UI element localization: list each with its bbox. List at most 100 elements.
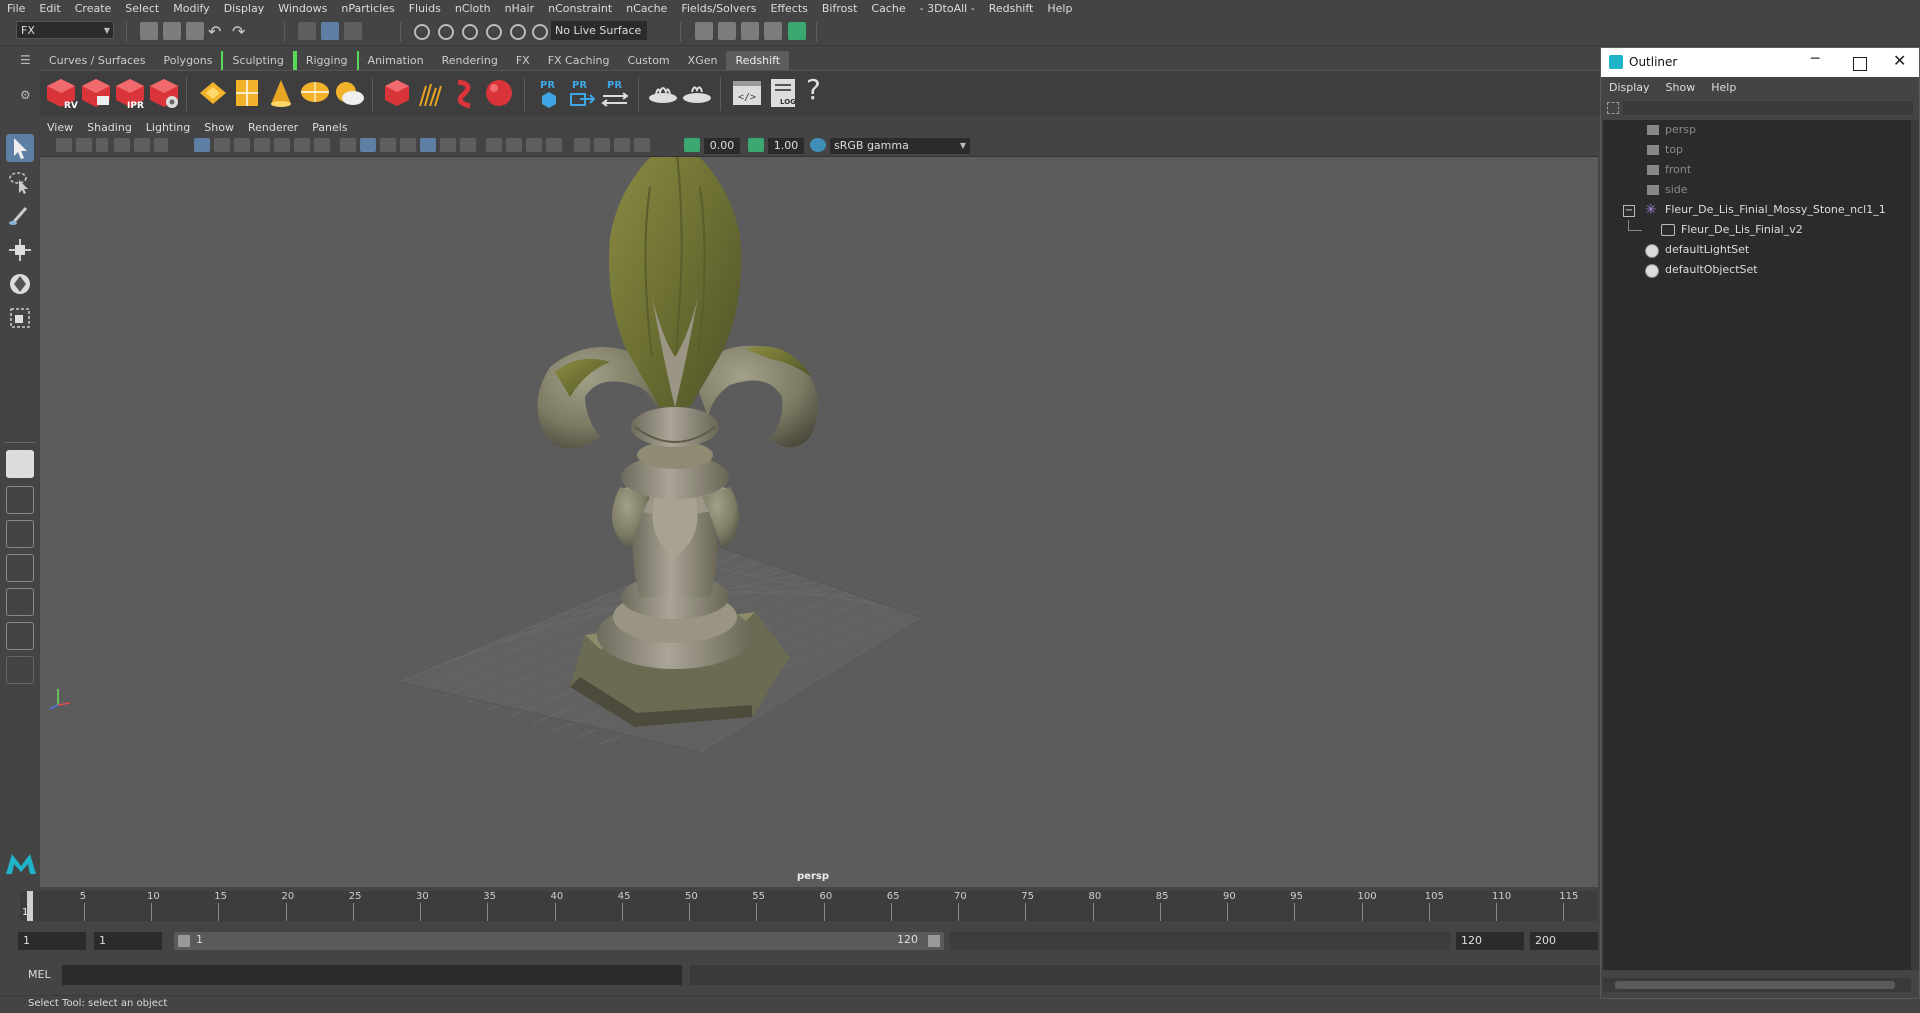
redshift-ies-light-icon[interactable] bbox=[264, 76, 298, 110]
outliner-item-side[interactable]: side bbox=[1603, 180, 1911, 200]
scrollbar-thumb[interactable] bbox=[1615, 981, 1895, 989]
redshift-sphere-icon[interactable] bbox=[482, 76, 516, 110]
outliner-item-defaultlightset[interactable]: defaultLightSet bbox=[1603, 240, 1911, 260]
menu-help[interactable]: Help bbox=[1040, 0, 1079, 17]
render-frame-icon[interactable] bbox=[695, 22, 713, 40]
redshift-sun-sky-icon[interactable] bbox=[332, 76, 366, 110]
xray-joints-icon[interactable] bbox=[614, 138, 630, 152]
select-tool-icon[interactable] bbox=[6, 134, 34, 162]
redshift-fog-icon[interactable] bbox=[680, 76, 714, 110]
tab-rendering[interactable]: Rendering bbox=[433, 51, 507, 70]
hypershade-icon[interactable] bbox=[764, 22, 782, 40]
camera-attributes-icon[interactable] bbox=[76, 138, 92, 152]
snap-curve-icon[interactable] bbox=[438, 24, 454, 40]
time-slider[interactable]: 1 5 10 15 20 25 30 35 40 45 50 55 60 65 70 75 80 85 90 95 1… bbox=[20, 891, 1598, 921]
select-object-icon[interactable] bbox=[321, 22, 339, 40]
menu-windows[interactable]: Windows bbox=[271, 0, 334, 17]
motion-blur-icon[interactable] bbox=[506, 138, 522, 152]
bookmark-icon[interactable] bbox=[96, 138, 108, 152]
outliner-item-group[interactable]: − ✳ Fleur_De_Lis_Finial_Mossy_Stone_ncl1… bbox=[1603, 200, 1911, 220]
pr-convert-icon[interactable]: PR bbox=[598, 76, 632, 110]
tab-rigging[interactable]: Rigging bbox=[294, 51, 359, 70]
outliner-item-mesh[interactable]: Fleur_De_Lis_Finial_v2 bbox=[1603, 220, 1911, 240]
gear-icon[interactable]: ⚙ bbox=[20, 88, 34, 102]
panel-menu-renderer[interactable]: Renderer bbox=[241, 121, 305, 134]
persp-outliner-layout-icon[interactable] bbox=[6, 520, 34, 548]
depth-of-field-icon[interactable] bbox=[546, 138, 562, 152]
xray-components-icon[interactable] bbox=[634, 138, 650, 152]
menu-effects[interactable]: Effects bbox=[763, 0, 814, 17]
redshift-options-icon[interactable] bbox=[147, 76, 181, 110]
select-hierarchy-icon[interactable] bbox=[298, 22, 316, 40]
exposure-toggle-icon[interactable] bbox=[684, 138, 700, 152]
outliner-menu-help[interactable]: Help bbox=[1703, 81, 1744, 94]
tab-xgen[interactable]: XGen bbox=[679, 51, 727, 70]
persp-graph-layout-icon[interactable] bbox=[6, 554, 34, 582]
tab-sculpting[interactable]: Sculpting bbox=[221, 51, 295, 70]
redshift-curve-icon[interactable] bbox=[448, 76, 482, 110]
pr-shader-icon[interactable]: PR bbox=[532, 76, 566, 110]
shelf-menu-icon[interactable]: ☰ bbox=[20, 53, 34, 67]
snap-live-icon[interactable] bbox=[510, 24, 526, 40]
outliner-item-front[interactable]: front bbox=[1603, 160, 1911, 180]
menu-3dtoall[interactable]: - 3DtoAll - bbox=[913, 0, 982, 17]
film-gate-icon[interactable] bbox=[214, 138, 230, 152]
redshift-portal-light-icon[interactable] bbox=[230, 76, 264, 110]
menu-set-dropdown[interactable]: FX ▼ bbox=[16, 21, 114, 39]
help-icon[interactable]: ? bbox=[806, 73, 821, 106]
use-all-lights-icon[interactable] bbox=[440, 138, 456, 152]
panel-menu-show[interactable]: Show bbox=[197, 121, 241, 134]
menu-cache[interactable]: Cache bbox=[864, 0, 912, 17]
menu-bifrost[interactable]: Bifrost bbox=[815, 0, 865, 17]
view-transform-dropdown[interactable]: sRGB gamma ▼ bbox=[830, 138, 970, 154]
lasso-tool-icon[interactable] bbox=[6, 168, 34, 196]
redshift-proxy-icon[interactable] bbox=[380, 76, 414, 110]
panel-menu-lighting[interactable]: Lighting bbox=[139, 121, 197, 134]
save-scene-icon[interactable] bbox=[186, 22, 204, 40]
tab-animation[interactable]: Animation bbox=[359, 51, 433, 70]
snap-view-plane-icon[interactable] bbox=[486, 24, 502, 40]
range-slider[interactable]: 1 120 bbox=[174, 932, 944, 950]
outliner-search-input[interactable] bbox=[1623, 101, 1913, 115]
rotate-tool-icon[interactable] bbox=[6, 270, 34, 298]
snap-grid-icon[interactable] bbox=[414, 24, 430, 40]
camera-icon[interactable] bbox=[56, 138, 72, 152]
single-perspective-layout-icon[interactable] bbox=[6, 450, 34, 478]
menu-redshift[interactable]: Redshift bbox=[982, 0, 1041, 17]
mel-input[interactable] bbox=[62, 965, 682, 985]
redshift-snapshot-icon[interactable] bbox=[79, 76, 113, 110]
ipr-render-icon[interactable] bbox=[718, 22, 736, 40]
perspective-viewport[interactable] bbox=[40, 157, 1598, 887]
render-view-icon[interactable] bbox=[788, 22, 806, 40]
isolate-select-icon[interactable] bbox=[574, 138, 590, 152]
outliner-horizontal-scrollbar[interactable] bbox=[1603, 978, 1911, 992]
mel-label[interactable]: MEL bbox=[28, 968, 51, 981]
tab-curves-surfaces[interactable]: Curves / Surfaces bbox=[40, 51, 155, 70]
range-end-handle[interactable] bbox=[928, 935, 940, 947]
smooth-shade-icon[interactable] bbox=[360, 138, 376, 152]
menu-ncloth[interactable]: nCloth bbox=[448, 0, 498, 17]
panel-menu-panels[interactable]: Panels bbox=[305, 121, 354, 134]
render-settings-icon[interactable] bbox=[741, 22, 759, 40]
menu-ncache[interactable]: nCache bbox=[619, 0, 674, 17]
undo-icon[interactable]: ↶ bbox=[208, 22, 221, 41]
panel-menu-view[interactable]: View bbox=[40, 121, 80, 134]
menu-nhair[interactable]: nHair bbox=[498, 0, 542, 17]
paint-select-tool-icon[interactable] bbox=[6, 202, 34, 230]
wireframe-icon[interactable] bbox=[340, 138, 356, 152]
tab-redshift[interactable]: Redshift bbox=[726, 51, 790, 70]
menu-modify[interactable]: Modify bbox=[166, 0, 216, 17]
outliner-item-persp[interactable]: persp bbox=[1603, 120, 1911, 140]
redshift-render-view-icon[interactable]: RV bbox=[44, 76, 78, 110]
panel-menu-shading[interactable]: Shading bbox=[80, 121, 139, 134]
menu-select[interactable]: Select bbox=[118, 0, 166, 17]
persp-hypershade-layout-icon[interactable] bbox=[6, 588, 34, 616]
outliner-menu-show[interactable]: Show bbox=[1658, 81, 1704, 94]
animation-start-field[interactable]: 1 bbox=[18, 932, 86, 950]
2d-pan-zoom-icon[interactable] bbox=[134, 138, 150, 152]
menu-edit[interactable]: Edit bbox=[32, 0, 67, 17]
pr-export-icon[interactable]: PR bbox=[564, 76, 598, 110]
safe-action-icon[interactable] bbox=[294, 138, 310, 152]
playback-end-field[interactable]: 120 bbox=[1456, 932, 1524, 950]
menu-display[interactable]: Display bbox=[217, 0, 272, 17]
